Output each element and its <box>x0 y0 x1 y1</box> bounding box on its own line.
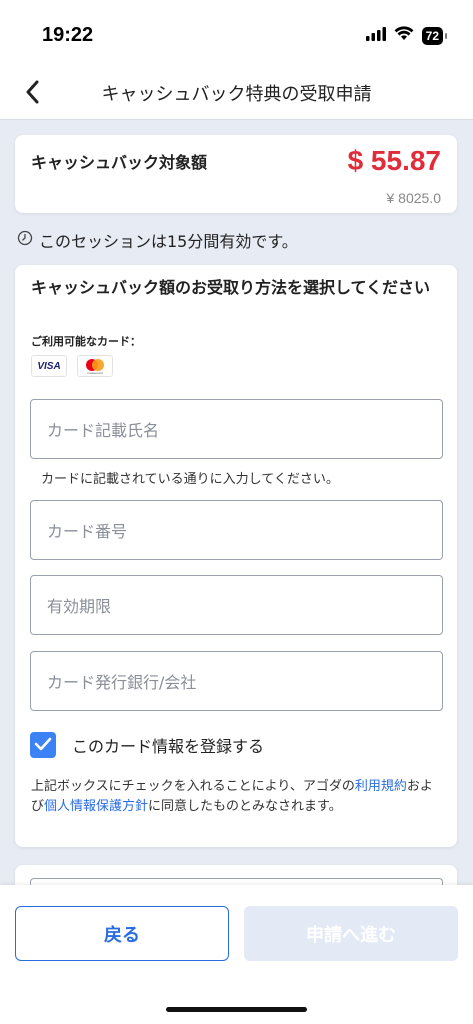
terms-link[interactable]: 利用規約 <box>355 779 407 794</box>
cardholder-name-placeholder: カード記載氏名 <box>47 421 160 440</box>
back-action-button[interactable]: 戻る <box>15 906 229 961</box>
page-title: キャッシュバック特典の受取申請 <box>101 84 372 105</box>
expiry-date-placeholder: 有効期限 <box>47 597 112 616</box>
consent-part3: に同意したものとみなされます。 <box>148 799 342 814</box>
back-button[interactable] <box>14 76 50 112</box>
save-card-label: このカード情報を登録する <box>72 737 265 756</box>
visa-logo: VISA <box>31 355 67 377</box>
available-cards-label: ご利用可能なカード： <box>31 335 141 348</box>
payout-method-card: キャッシュバック額のお受取り方法を選択してください ご利用可能なカード： VIS… <box>15 265 457 847</box>
save-card-row[interactable]: このカード情報を登録する <box>30 732 264 758</box>
payout-method-title: キャッシュバック額のお受取り方法を選択してください <box>31 278 431 297</box>
visa-logo-text: VISA <box>37 360 61 372</box>
nav-bar: キャッシュバック特典の受取申請 <box>0 70 473 120</box>
cardholder-name-hint: カードに記載されている通りに入力してください。 <box>41 472 339 487</box>
next-section-field[interactable] <box>30 878 443 885</box>
status-bar: 19:22 72 <box>0 0 473 70</box>
card-number-placeholder: カード番号 <box>47 522 128 541</box>
cashback-amount-label: キャッシュバック対象額 <box>31 153 208 172</box>
clock-icon <box>17 230 33 250</box>
card-issuer-field[interactable]: カード発行銀行/会社 <box>30 651 443 711</box>
checkmark-icon <box>34 736 52 755</box>
save-card-checkbox[interactable] <box>30 732 56 758</box>
footer-actions: 戻る 申請へ進む <box>0 885 473 1024</box>
signal-icon <box>365 26 386 45</box>
mastercard-logo: mastercard <box>77 355 113 377</box>
chevron-left-icon <box>25 80 39 108</box>
next-section-card <box>15 865 457 885</box>
card-brand-logos: VISA mastercard <box>31 355 113 377</box>
status-time: 19:22 <box>42 24 94 46</box>
cashback-amount-card: キャッシュバック対象額 $ 55.87 ¥ 8025.0 <box>15 135 457 213</box>
cashback-amount-jpy: ¥ 8025.0 <box>386 190 442 206</box>
session-notice: このセッションは15分間有効です。 <box>17 228 298 252</box>
consent-part1: 上記ボックスにチェックを入れることにより、アゴダの <box>31 779 355 794</box>
session-text: このセッションは15分間有効です。 <box>39 232 298 251</box>
status-icons: 72 <box>365 26 448 45</box>
home-indicator[interactable] <box>166 1007 307 1012</box>
card-number-field[interactable]: カード番号 <box>30 500 443 560</box>
svg-text:mastercard: mastercard <box>87 371 102 375</box>
content-area[interactable]: キャッシュバック対象額 $ 55.87 ¥ 8025.0 このセッションは15分… <box>0 120 473 885</box>
card-issuer-placeholder: カード発行銀行/会社 <box>47 673 197 692</box>
privacy-policy-link[interactable]: 個人情報保護方針 <box>44 799 148 814</box>
proceed-to-apply-button[interactable]: 申請へ進む <box>244 906 458 961</box>
wifi-icon <box>394 26 414 45</box>
expiry-date-field[interactable]: 有効期限 <box>30 575 443 635</box>
battery-indicator: 72 <box>421 26 448 45</box>
cashback-amount-usd: $ 55.87 <box>347 145 441 176</box>
cardholder-name-field[interactable]: カード記載氏名 <box>30 399 443 459</box>
consent-text: 上記ボックスにチェックを入れることにより、アゴダの利用規約および個人情報保護方針… <box>31 777 441 817</box>
